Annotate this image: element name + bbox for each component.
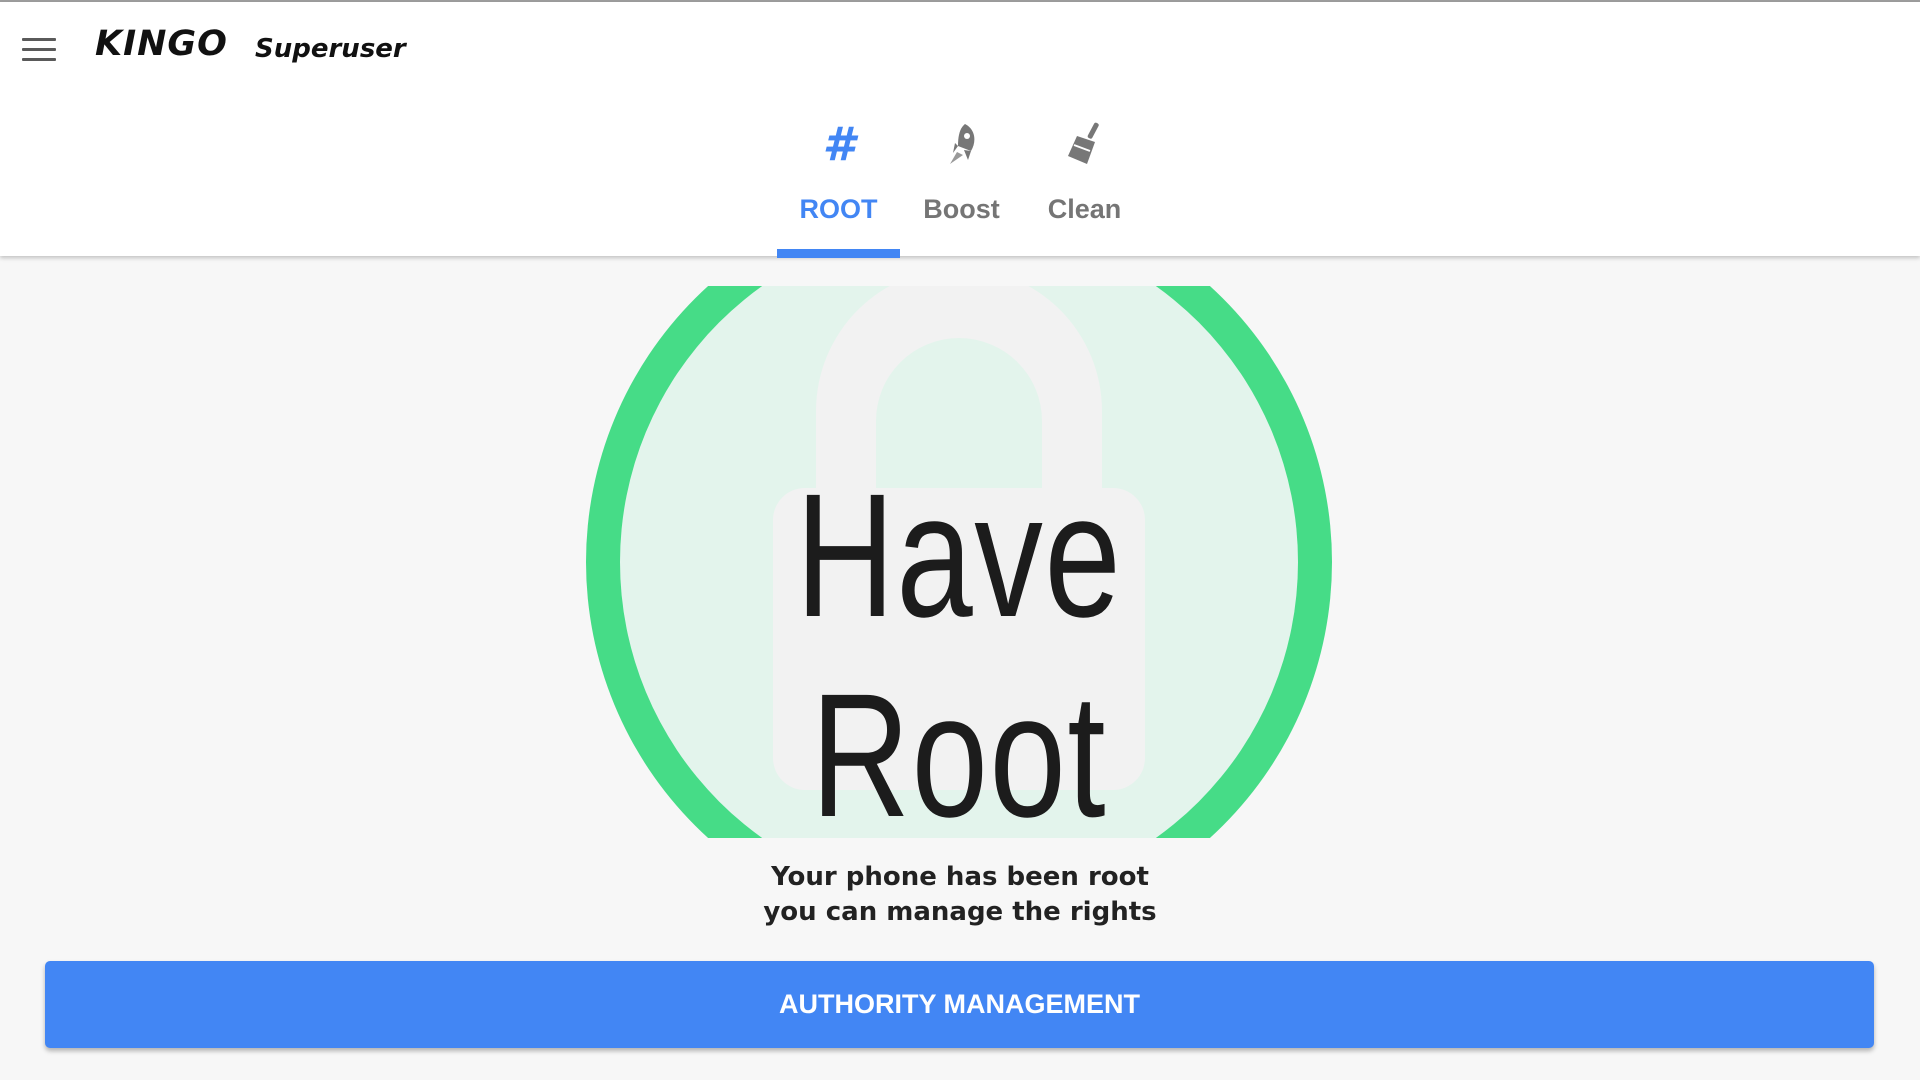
root-status-graphic: Have Root (552, 286, 1366, 838)
app-header: KINGO Superuser # ROOT Boost Clean (0, 2, 1920, 258)
status-message-line-1: Your phone has been root (771, 862, 1149, 892)
active-tab-indicator (777, 249, 900, 258)
hash-icon: # (822, 117, 855, 171)
rocket-icon (900, 122, 1023, 166)
tab-boost-label: Boost (923, 194, 1000, 224)
app-title: Superuser (255, 34, 406, 64)
tab-boost[interactable]: Boost (900, 114, 1023, 258)
hamburger-menu-icon[interactable] (18, 28, 62, 72)
status-message-line-2: you can manage the rights (763, 897, 1157, 927)
root-status-message: Your phone has been root you can manage … (560, 860, 1360, 930)
tab-root-label: ROOT (799, 194, 878, 224)
tab-clean[interactable]: Clean (1023, 114, 1146, 258)
authority-management-button[interactable]: AUTHORITY MANAGEMENT (45, 961, 1874, 1048)
tab-root[interactable]: # ROOT (777, 114, 900, 258)
root-status-headline: Have Root (795, 458, 1123, 838)
broom-icon (1023, 122, 1146, 166)
app-logo: KINGO (95, 24, 228, 64)
tab-clean-label: Clean (1047, 194, 1122, 224)
